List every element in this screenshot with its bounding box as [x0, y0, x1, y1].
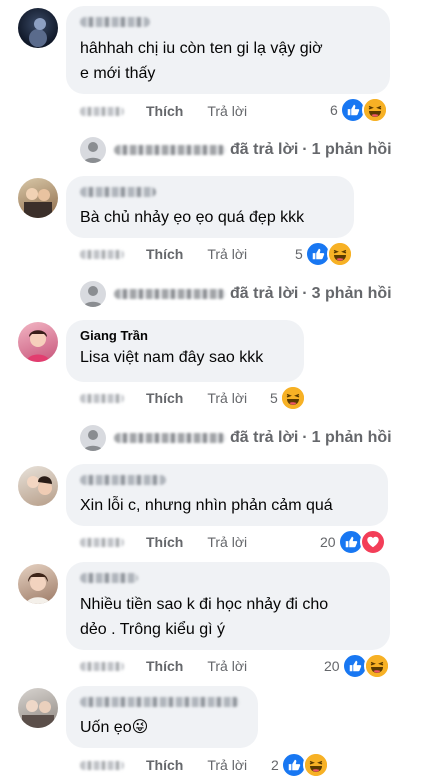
like-button[interactable]: Thích — [146, 757, 183, 773]
haha-icon — [361, 97, 388, 123]
reaction-summary[interactable]: 5 — [295, 241, 353, 267]
heart-icon — [359, 529, 386, 555]
haha-icon — [279, 385, 306, 411]
separator-dot: · — [302, 285, 308, 302]
comment-actions: Thích Trả lời — [80, 755, 247, 775]
comment-text-line: Bà chủ nhảy ẹo ẹo quá đẹp kkk — [80, 209, 305, 226]
like-button[interactable]: Thích — [146, 534, 183, 550]
replier-name-blurred — [114, 145, 226, 155]
reply-button[interactable]: Trả lời — [207, 757, 247, 773]
avatar[interactable] — [18, 564, 58, 604]
reaction-summary[interactable]: 20 — [320, 529, 386, 555]
view-replies-link[interactable]: đã trả lời · 3 phản hồi — [80, 280, 392, 308]
reply-button[interactable]: Trả lời — [207, 246, 247, 262]
like-button[interactable]: Thích — [146, 658, 183, 674]
replier-name-blurred — [114, 289, 226, 299]
avatar-image — [26, 330, 50, 362]
avatar-image — [29, 18, 47, 47]
timestamp-blurred[interactable] — [80, 393, 124, 403]
commenter-name-blurred[interactable] — [80, 17, 150, 27]
comment-bubble: Bà chủ nhảy ẹo ẹo quá đẹp kkk — [66, 176, 354, 238]
reply-button[interactable]: Trả lời — [207, 658, 247, 674]
comment-text: Lisa việt nam đây sao kkk — [80, 345, 290, 370]
commenter-name[interactable]: Giang Trần — [80, 328, 290, 344]
commenter-name-blurred[interactable] — [80, 187, 156, 197]
comment-text-line: Xin lỗi c, nhưng nhìn phản cảm quá — [80, 497, 333, 514]
avatar[interactable] — [18, 8, 58, 48]
timestamp-blurred[interactable] — [80, 537, 124, 547]
reaction-summary[interactable]: 20 — [324, 653, 390, 679]
avatar-image — [22, 700, 54, 728]
commenter-name-blurred[interactable] — [80, 697, 240, 707]
comment-text: hâhhah chị iu còn ten gi lạ vậy giờ e mớ… — [80, 36, 376, 86]
comment-bubble: Uốn ẹo😜 — [66, 686, 258, 748]
comment-bubble: Nhiều tiền sao k đi học nhảy đi cho dẻo … — [66, 562, 390, 650]
comment-text-line: Nhiều tiền sao k đi học nhảy đi cho — [80, 596, 329, 613]
timestamp-blurred[interactable] — [80, 249, 124, 259]
comment-actions: Thích Trả lời — [80, 244, 247, 264]
haha-icon — [363, 653, 390, 679]
replier-name-blurred — [114, 433, 226, 443]
replied-label: đã trả lời — [230, 285, 299, 302]
reply-count: 3 phản hồi — [311, 285, 392, 302]
like-button[interactable]: Thích — [146, 103, 183, 119]
reply-button[interactable]: Trả lời — [207, 534, 247, 550]
comment-text: Uốn ẹo😜 — [80, 715, 244, 740]
replied-label: đã trả lời — [230, 429, 299, 446]
reaction-count: 5 — [270, 390, 278, 406]
comment-actions: Thích Trả lời — [80, 656, 247, 676]
comment-text: Nhiều tiền sao k đi học nhảy đi cho dẻo … — [80, 592, 376, 642]
reply-avatar — [80, 281, 106, 307]
comment-actions: Thích Trả lời — [80, 532, 247, 552]
commenter-name-blurred[interactable] — [80, 475, 166, 485]
reaction-count: 20 — [324, 658, 340, 674]
like-button[interactable]: Thích — [146, 246, 183, 262]
reply-avatar — [80, 137, 106, 163]
reaction-count: 6 — [330, 102, 338, 118]
timestamp-blurred[interactable] — [80, 661, 124, 671]
separator-dot: · — [302, 429, 308, 446]
avatar[interactable] — [18, 466, 58, 506]
haha-icon — [302, 752, 329, 778]
avatar[interactable] — [18, 178, 58, 218]
comment-text: Xin lỗi c, nhưng nhìn phản cảm quá — [80, 493, 374, 518]
like-button[interactable]: Thích — [146, 390, 183, 406]
comment-text-line: e mới thấy — [80, 65, 156, 82]
replied-label: đã trả lời — [230, 141, 299, 158]
avatar[interactable] — [18, 322, 58, 362]
avatar-image — [27, 476, 52, 495]
view-replies-link[interactable]: đã trả lời · 1 phản hồi — [80, 424, 392, 452]
comment-actions: Thích Trả lời — [80, 388, 247, 408]
comment-text: Bà chủ nhảy ẹo ẹo quá đẹp kkk — [80, 205, 340, 230]
comment-text-line: hâhhah chị iu còn ten gi lạ vậy giờ — [80, 40, 323, 57]
separator-dot: · — [302, 141, 308, 158]
avatar[interactable] — [18, 688, 58, 728]
reaction-count: 20 — [320, 534, 336, 550]
reaction-summary[interactable]: 5 — [270, 385, 306, 411]
reply-count: 1 phản hồi — [311, 429, 392, 446]
reply-avatar — [80, 425, 106, 451]
view-replies-link[interactable]: đã trả lời · 1 phản hồi — [80, 136, 392, 164]
comment-bubble: hâhhah chị iu còn ten gi lạ vậy giờ e mớ… — [66, 6, 390, 94]
comment-bubble: Giang Trần Lisa việt nam đây sao kkk — [66, 320, 304, 382]
reaction-summary[interactable]: 2 — [271, 752, 329, 778]
timestamp-blurred[interactable] — [80, 106, 124, 116]
comment-text-line: dẻo . Trông kiểu gì ý — [80, 621, 225, 638]
avatar-image — [24, 188, 52, 218]
comment-text-line: Lisa việt nam đây sao kkk — [80, 349, 264, 366]
reaction-summary[interactable]: 6 — [330, 97, 388, 123]
reply-count: 1 phản hồi — [311, 141, 392, 158]
reaction-count: 5 — [295, 246, 303, 262]
comment-actions: Thích Trả lời — [80, 101, 247, 121]
reply-button[interactable]: Trả lời — [207, 103, 247, 119]
reaction-count: 2 — [271, 757, 279, 773]
avatar-image — [26, 573, 50, 604]
comment-bubble: Xin lỗi c, nhưng nhìn phản cảm quá — [66, 464, 388, 526]
comment-text-line: Uốn ẹo😜 — [80, 719, 149, 736]
haha-icon — [326, 241, 353, 267]
commenter-name-blurred[interactable] — [80, 573, 138, 583]
timestamp-blurred[interactable] — [80, 760, 124, 770]
reply-button[interactable]: Trả lời — [207, 390, 247, 406]
